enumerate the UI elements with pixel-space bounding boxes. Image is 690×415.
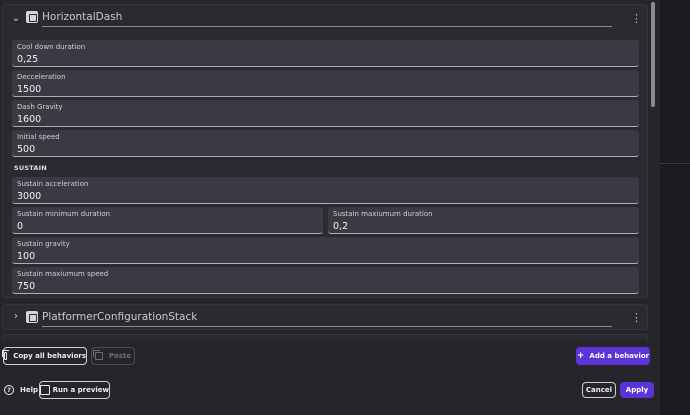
preview-icon bbox=[40, 385, 50, 395]
help-icon: ? bbox=[4, 385, 14, 395]
field-label: Decceleration bbox=[17, 73, 66, 81]
field-label: Sustain gravity bbox=[17, 240, 70, 248]
run-preview-button[interactable]: Run a preview bbox=[39, 381, 110, 399]
field-label: Cool down duration bbox=[17, 43, 86, 51]
deceleration-field[interactable]: Decceleration 1500 bbox=[12, 70, 639, 97]
help-label: Help bbox=[20, 386, 39, 394]
sustain-acceleration-field[interactable]: Sustain acceleration 3000 bbox=[12, 177, 639, 204]
behavior-name-input[interactable]: HorizontalDash bbox=[42, 11, 612, 27]
field-value[interactable]: 100 bbox=[17, 251, 35, 262]
sustain-max-duration-field[interactable]: Sustain maxiumum duration 0,2 bbox=[328, 207, 639, 234]
cooldown-field[interactable]: Cool down duration 0,25 bbox=[12, 40, 639, 67]
copy-all-label: Copy all behaviors bbox=[13, 352, 86, 360]
sustain-min-duration-field[interactable]: Sustain minimum duration 0 bbox=[12, 207, 323, 234]
behavior-name-input[interactable]: PlatformerConfigurationStack bbox=[42, 311, 612, 327]
apply-label: Apply bbox=[625, 386, 649, 394]
field-value[interactable]: 750 bbox=[17, 281, 35, 292]
plus-icon: + bbox=[576, 350, 585, 361]
behavior-card-horizontaldash: ⌄ HorizontalDash ⋮ Cool down duration 0,… bbox=[2, 4, 648, 298]
behavior-header[interactable]: › PlatformerConfigurationStack ⋮ bbox=[3, 305, 647, 331]
paste-button[interactable]: Paste bbox=[91, 347, 135, 365]
field-label: Sustain maxiumum speed bbox=[17, 270, 109, 278]
field-value[interactable]: 1500 bbox=[17, 84, 41, 95]
field-value[interactable]: 0,2 bbox=[333, 221, 348, 232]
cancel-label: Cancel bbox=[585, 386, 613, 394]
behavior-icon bbox=[26, 11, 38, 23]
behavior-icon bbox=[26, 311, 38, 323]
add-behavior-button[interactable]: + Add a behavior bbox=[576, 347, 650, 365]
scrollbar[interactable] bbox=[651, 0, 656, 340]
section-title-sustain: SUSTAIN bbox=[14, 164, 47, 172]
apply-button[interactable]: Apply bbox=[620, 382, 654, 398]
paste-label: Paste bbox=[109, 352, 131, 360]
copy-all-behaviors-button[interactable]: Copy all behaviors bbox=[1, 347, 87, 365]
sustain-max-speed-field[interactable]: Sustain maxiumum speed 750 bbox=[12, 267, 639, 294]
behaviors-list: ⌄ HorizontalDash ⋮ Cool down duration 0,… bbox=[0, 0, 652, 340]
chevron-right-icon[interactable]: › bbox=[10, 311, 22, 323]
field-value[interactable]: 3000 bbox=[17, 191, 41, 202]
scroll-thumb[interactable] bbox=[651, 2, 655, 107]
field-label: Dash Gravity bbox=[17, 103, 63, 111]
help-link[interactable]: ? Help bbox=[4, 384, 38, 396]
run-preview-label: Run a preview bbox=[52, 386, 109, 394]
field-label: Sustain maxiumum duration bbox=[333, 210, 433, 218]
behavior-card-next bbox=[2, 334, 648, 340]
behavior-header[interactable]: ⌄ HorizontalDash ⋮ bbox=[3, 5, 647, 35]
cancel-button[interactable]: Cancel bbox=[582, 382, 616, 398]
background-panel bbox=[660, 0, 690, 415]
initial-speed-field[interactable]: Initial speed 500 bbox=[12, 130, 639, 157]
sustain-gravity-field[interactable]: Sustain gravity 100 bbox=[12, 237, 639, 264]
field-label: Sustain acceleration bbox=[17, 180, 89, 188]
kebab-menu-icon[interactable]: ⋮ bbox=[631, 12, 642, 26]
dash-gravity-field[interactable]: Dash Gravity 1600 bbox=[12, 100, 639, 127]
field-value[interactable]: 0 bbox=[17, 221, 23, 232]
field-value[interactable]: 1600 bbox=[17, 114, 41, 125]
chevron-down-icon[interactable]: ⌄ bbox=[10, 13, 22, 25]
paste-icon bbox=[93, 350, 104, 360]
field-label: Sustain minimum duration bbox=[17, 210, 111, 218]
copy-icon bbox=[1, 350, 10, 360]
field-value[interactable]: 0,25 bbox=[17, 54, 38, 65]
behavior-card-platformerconfigurationstack: › PlatformerConfigurationStack ⋮ bbox=[2, 304, 648, 330]
kebab-menu-icon[interactable]: ⋮ bbox=[631, 311, 642, 325]
field-value[interactable]: 500 bbox=[17, 144, 35, 155]
field-label: Initial speed bbox=[17, 133, 60, 141]
behaviors-dialog: ⌄ HorizontalDash ⋮ Cool down duration 0,… bbox=[0, 0, 660, 415]
add-behavior-label: Add a behavior bbox=[589, 352, 650, 360]
background-divider bbox=[660, 163, 690, 164]
